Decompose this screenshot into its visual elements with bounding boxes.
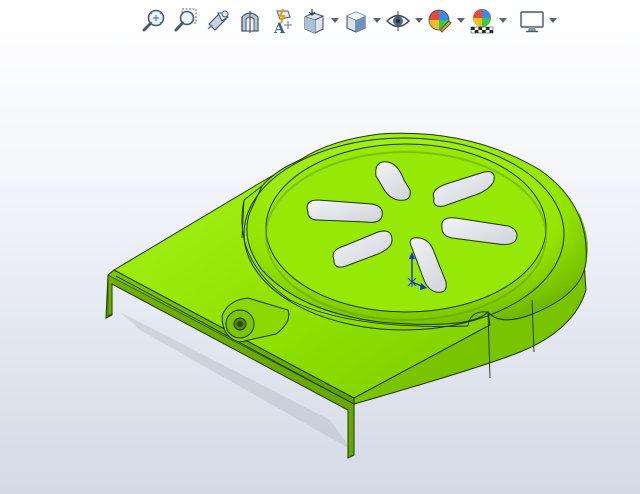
- part-model[interactable]: [0, 0, 640, 494]
- graphics-area[interactable]: A: [0, 0, 640, 494]
- model-viewport[interactable]: [0, 0, 640, 494]
